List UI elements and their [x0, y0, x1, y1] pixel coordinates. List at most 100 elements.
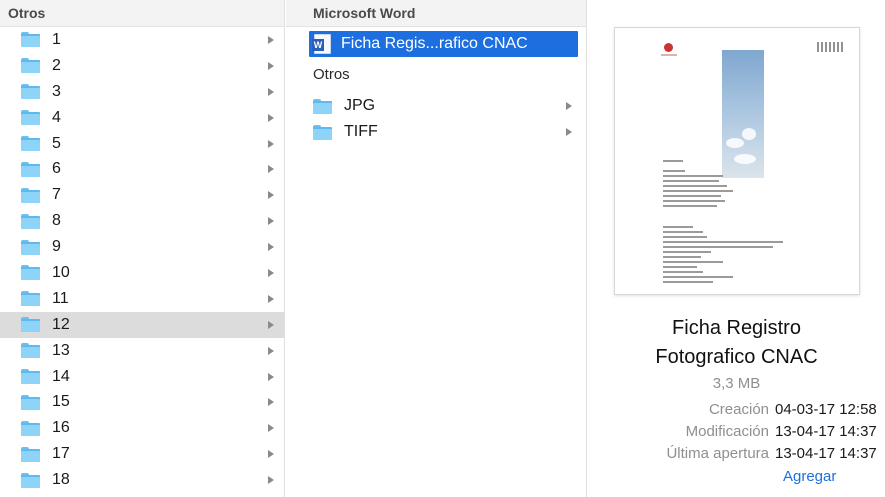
last-opened-label: Última apertura: [666, 445, 769, 462]
selected-file-row[interactable]: W Ficha Regis...rafico CNAC: [309, 31, 578, 57]
folder-icon: [21, 239, 40, 255]
cloud-shape: [742, 128, 756, 140]
modified-value: 13-04-17 14:37: [775, 423, 877, 440]
folder-name: 12: [52, 315, 70, 333]
folder-icon: [21, 110, 40, 126]
disclosure-arrow-icon: [268, 165, 274, 174]
folder-name: 3: [52, 82, 61, 100]
disclosure-arrow-icon: [268, 61, 274, 70]
folder-icon: [21, 369, 40, 385]
folder-name: 10: [52, 263, 70, 281]
disclosure-arrow-icon: [268, 243, 274, 252]
folder-row[interactable]: 16: [0, 415, 284, 441]
folder-row[interactable]: 11: [0, 286, 284, 312]
file-title-line1: Ficha Registro: [672, 317, 801, 339]
disclosure-arrow-icon: [268, 191, 274, 200]
folder-icon: [21, 446, 40, 462]
folder-row[interactable]: 4: [0, 105, 284, 131]
folder-icon: [21, 265, 40, 281]
disclosure-arrow-icon: [268, 372, 274, 381]
folder-name: 9: [52, 238, 61, 256]
logo-icon: [664, 43, 673, 52]
word-document-icon: W: [312, 34, 331, 54]
folder-name: 1: [52, 30, 61, 48]
created-label: Creación: [708, 401, 769, 418]
disclosure-arrow-icon: [268, 476, 274, 485]
disclosure-arrow-icon: [268, 113, 274, 122]
barcode-icon: [817, 42, 845, 52]
folder-row[interactable]: 9: [0, 234, 284, 260]
folder-row[interactable]: JPG: [286, 93, 586, 119]
cloud-shape: [734, 154, 756, 164]
folder-name: 13: [52, 341, 70, 359]
column2-folder-list: JPG TIFF: [286, 93, 586, 145]
disclosure-arrow-icon: [268, 450, 274, 459]
folder-icon: [313, 98, 332, 114]
document-preview-thumbnail[interactable]: [614, 27, 860, 295]
logo-caption: [661, 54, 677, 56]
column2-header: Microsoft Word: [286, 0, 586, 27]
disclosure-arrow-icon: [268, 139, 274, 148]
disclosure-arrow-icon: [268, 87, 274, 96]
folder-row[interactable]: 12: [0, 311, 284, 338]
folder-icon: [21, 187, 40, 203]
folder-name: 2: [52, 56, 61, 74]
folder-column-2[interactable]: Microsoft Word W Ficha Regis...rafico CN…: [286, 0, 587, 497]
folder-name: 4: [52, 108, 61, 126]
metadata-values: 04-03-17 12:58 13-04-17 14:37 13-04-17 1…: [775, 399, 885, 465]
modified-label: Modificación: [685, 423, 769, 440]
last-opened-value: 13-04-17 14:37: [775, 445, 877, 462]
disclosure-arrow-icon: [566, 102, 572, 110]
preview-text-block: [663, 226, 783, 286]
file-title-line2: Fotografico CNAC: [655, 346, 818, 368]
folder-icon: [21, 32, 40, 48]
folder-row[interactable]: TIFF: [286, 119, 586, 145]
disclosure-arrow-icon: [268, 294, 274, 303]
folder-name: 17: [52, 445, 70, 463]
disclosure-arrow-icon: [268, 346, 274, 355]
folder-icon: [21, 343, 40, 359]
folder-icon: [21, 136, 40, 151]
folder-icon: [21, 420, 40, 436]
folder-name: 14: [52, 367, 70, 385]
cloud-shape: [726, 138, 744, 148]
disclosure-arrow-icon: [268, 35, 274, 44]
folder-name: 5: [52, 134, 61, 152]
disclosure-arrow-icon: [268, 268, 274, 277]
folder-row[interactable]: 5: [0, 131, 284, 157]
folder-row[interactable]: 18: [0, 467, 284, 493]
file-title: Ficha Registro Fotografico CNAC: [588, 314, 885, 372]
folder-row[interactable]: 7: [0, 182, 284, 208]
folder-row[interactable]: 6: [0, 156, 284, 182]
folder-icon: [21, 394, 40, 410]
folder-row[interactable]: 15: [0, 389, 284, 415]
folder-name: 8: [52, 212, 61, 230]
preview-photo: [722, 50, 764, 178]
selected-file-name: Ficha Regis...rafico CNAC: [341, 35, 528, 52]
folder-row[interactable]: 10: [0, 260, 284, 286]
folder-icon: [21, 58, 40, 74]
created-value: 04-03-17 12:58: [775, 401, 877, 418]
folder-icon: [21, 84, 40, 100]
folder-name: 6: [52, 160, 61, 178]
folder-row[interactable]: 17: [0, 441, 284, 467]
folder-name: 18: [52, 471, 70, 489]
folder-name: TIFF: [344, 123, 378, 140]
folder-row[interactable]: 3: [0, 79, 284, 105]
add-tags-link[interactable]: Agregar: [783, 468, 836, 485]
folder-row[interactable]: 1: [0, 27, 284, 53]
folder-icon: [21, 472, 40, 488]
folder-row[interactable]: 2: [0, 53, 284, 79]
folder-row[interactable]: 14: [0, 364, 284, 390]
folder-name: 11: [52, 289, 69, 307]
folder-row[interactable]: 8: [0, 208, 284, 234]
folder-row[interactable]: 13: [0, 338, 284, 364]
folder-column-1[interactable]: Otros 1 2 3 4 5 6 7 8 9 10 11 12 13 14 15 16 17 18: [0, 0, 285, 497]
folder-name: JPG: [344, 97, 376, 114]
folder-icon: [21, 161, 40, 177]
folder-icon: [313, 124, 332, 140]
file-size: 3,3 MB: [712, 375, 761, 392]
column1-list: 1 2 3 4 5 6 7 8 9 10 11 12 13 14 15 16 17 18: [0, 27, 284, 493]
disclosure-arrow-icon: [268, 424, 274, 433]
preview-text-block: [663, 160, 683, 165]
